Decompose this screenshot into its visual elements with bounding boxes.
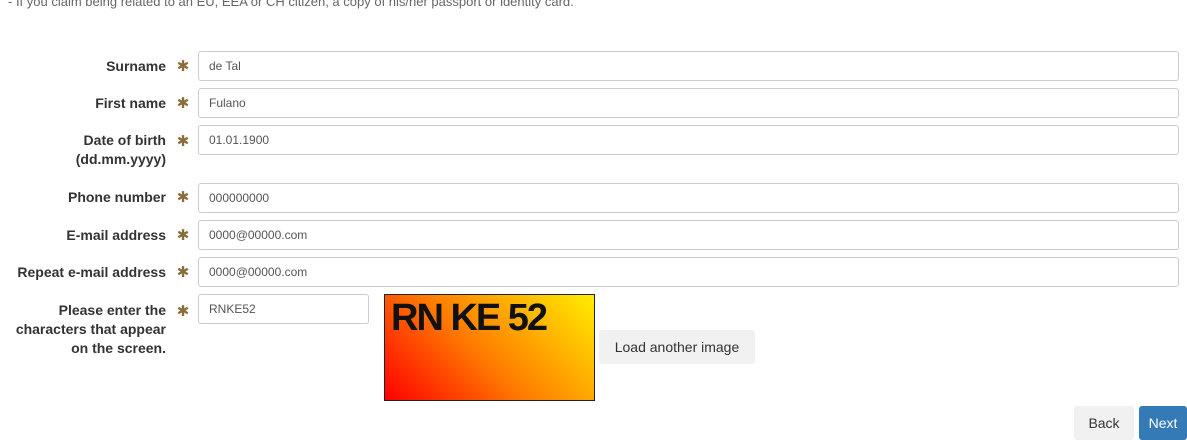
- dob-input[interactable]: [198, 125, 1179, 155]
- captcha-image: RN KE 52: [384, 294, 595, 401]
- back-button[interactable]: Back: [1074, 406, 1134, 440]
- email-input[interactable]: [198, 220, 1179, 250]
- captcha-text: RN KE 52: [391, 297, 548, 339]
- captcha-label-line1: Please enter the: [58, 302, 166, 318]
- dob-label-line1: Date of birth: [83, 132, 166, 148]
- repeat-email-label: Repeat e-mail address: [17, 264, 166, 280]
- surname-label: Surname: [106, 58, 166, 74]
- repeat-email-input[interactable]: [198, 257, 1179, 287]
- required-icon: ✱: [176, 58, 190, 75]
- dob-label-line2: (dd.mm.yyyy): [75, 151, 166, 167]
- captcha-label-line3: on the screen.: [71, 340, 166, 356]
- required-icon: ✱: [176, 189, 190, 206]
- surname-input[interactable]: [198, 51, 1179, 81]
- first-name-input[interactable]: [198, 88, 1179, 118]
- first-name-label: First name: [95, 95, 166, 111]
- dob-label: Date of birth (dd.mm.yyyy): [76, 131, 166, 169]
- captcha-label: Please enter the characters that appear …: [16, 301, 166, 358]
- next-button[interactable]: Next: [1139, 406, 1187, 440]
- instruction-note: - If you claim being related to an EU, E…: [8, 0, 574, 9]
- required-icon: ✱: [176, 264, 190, 281]
- required-icon: ✱: [176, 133, 190, 150]
- required-icon: ✱: [176, 95, 190, 112]
- required-icon: ✱: [176, 227, 190, 244]
- phone-input[interactable]: [198, 183, 1179, 213]
- captcha-input[interactable]: [198, 294, 369, 324]
- load-another-image-button[interactable]: Load another image: [599, 330, 755, 364]
- required-icon: ✱: [176, 303, 190, 320]
- email-label: E-mail address: [66, 227, 166, 243]
- captcha-label-line2: characters that appear: [15, 321, 166, 337]
- phone-label: Phone number: [67, 189, 166, 205]
